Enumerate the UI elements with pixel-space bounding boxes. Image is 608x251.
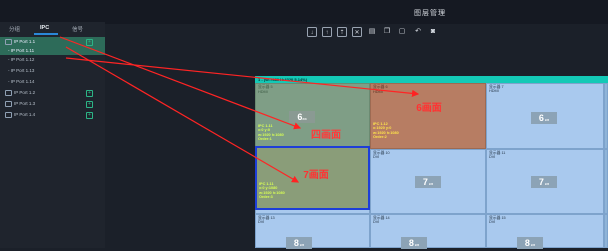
- arrow-to-layer-1: [59, 36, 302, 130]
- annotation-arrows: [59, 36, 420, 183]
- arrow-to-layer-2: [65, 57, 420, 97]
